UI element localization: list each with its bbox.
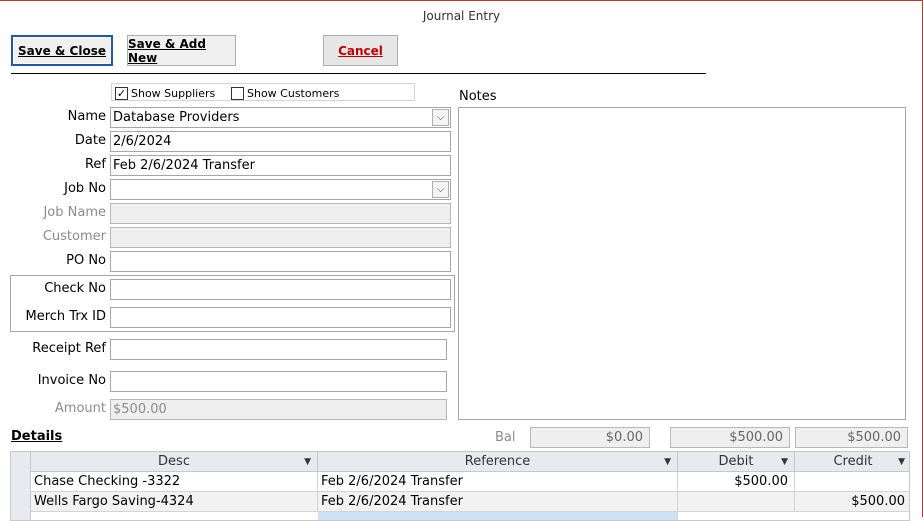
show-suppliers-checkbox[interactable]: ✓: [115, 87, 128, 100]
debit-total-field: $500.00: [670, 427, 790, 448]
show-customers-label: Show Customers: [247, 87, 340, 100]
date-field[interactable]: 2/6/2024: [110, 131, 451, 152]
toolbar-divider: [11, 73, 706, 74]
cell-debit[interactable]: $500.00: [678, 472, 795, 492]
name-label: Name: [67, 109, 106, 124]
cell-debit[interactable]: [678, 492, 795, 512]
check-no-field[interactable]: [110, 279, 451, 300]
job-no-combobox[interactable]: ⌵: [110, 179, 451, 200]
date-label: Date: [74, 133, 106, 148]
row-selector[interactable]: [11, 492, 31, 512]
column-header-desc[interactable]: Desc ▼: [31, 452, 318, 472]
name-combobox[interactable]: Database Providers ⌵: [110, 107, 451, 128]
cell-reference[interactable]: Feb 2/6/2024 Transfer: [318, 492, 678, 512]
row-selector[interactable]: [11, 472, 31, 492]
chevron-down-icon[interactable]: ⌵: [432, 181, 449, 198]
credit-total-field: $500.00: [795, 427, 908, 448]
sort-down-icon[interactable]: ▼: [898, 452, 905, 472]
window-title: Journal Entry: [422, 9, 501, 23]
invoice-no-label: Invoice No: [37, 373, 106, 388]
column-header-reference-label: Reference: [464, 454, 531, 469]
column-header-desc-label: Desc: [158, 454, 190, 469]
chevron-down-icon[interactable]: ⌵: [432, 109, 449, 126]
cell-desc[interactable]: Chase Checking -3322: [31, 472, 318, 492]
cell-credit[interactable]: [795, 472, 909, 492]
name-value: Database Providers: [113, 110, 240, 125]
column-header-debit-label: Debit: [718, 454, 754, 469]
grid-header: Desc ▼ Reference ▼ Debit ▼ Credit ▼: [11, 452, 909, 472]
customer-label: Customer: [42, 229, 106, 244]
table-row[interactable]: Wells Fargo Saving-4324 Feb 2/6/2024 Tra…: [11, 492, 909, 512]
column-header-credit-label: Credit: [833, 454, 873, 469]
save-close-button[interactable]: Save & Close: [11, 35, 113, 66]
cell-desc[interactable]: Wells Fargo Saving-4324: [31, 492, 318, 512]
job-name-label: Job Name: [43, 205, 106, 220]
customer-field: [110, 227, 451, 248]
table-row[interactable]: Chase Checking -3322 Feb 2/6/2024 Transf…: [11, 472, 909, 492]
receipt-ref-field[interactable]: [110, 339, 447, 360]
cell-credit[interactable]: $500.00: [795, 492, 909, 512]
cancel-button[interactable]: Cancel: [323, 35, 398, 66]
ref-label: Ref: [84, 157, 106, 172]
receipt-ref-label: Receipt Ref: [32, 341, 106, 356]
ref-field[interactable]: Feb 2/6/2024 Transfer: [110, 155, 451, 176]
select-all-corner[interactable]: [11, 452, 31, 472]
invoice-no-field[interactable]: [110, 371, 447, 392]
amount-field: $500.00: [110, 399, 447, 420]
amount-label: Amount: [54, 401, 106, 416]
window-top-border: [0, 0, 923, 1]
merch-trx-id-field[interactable]: [110, 307, 451, 328]
sort-down-icon[interactable]: ▼: [781, 452, 788, 472]
notes-textarea[interactable]: [458, 107, 906, 420]
notes-label: Notes: [459, 89, 497, 104]
save-add-new-button[interactable]: Save & Add New: [127, 35, 236, 66]
show-suppliers-label: Show Suppliers: [131, 87, 216, 100]
check-no-label: Check No: [44, 281, 106, 296]
column-header-reference[interactable]: Reference ▼: [318, 452, 678, 472]
job-no-label: Job No: [64, 181, 106, 196]
po-no-field[interactable]: [110, 251, 451, 272]
column-header-credit[interactable]: Credit ▼: [795, 452, 909, 472]
sort-down-icon[interactable]: ▼: [304, 452, 311, 472]
po-no-label: PO No: [66, 253, 106, 268]
job-name-field: [110, 203, 451, 224]
details-heading: Details: [11, 429, 63, 444]
cell-reference[interactable]: Feb 2/6/2024 Transfer: [318, 472, 678, 492]
balance-field: $0.00: [530, 427, 650, 448]
show-customers-checkbox[interactable]: [231, 87, 244, 100]
details-grid: Desc ▼ Reference ▼ Debit ▼ Credit ▼ Chas…: [10, 451, 910, 521]
column-header-debit[interactable]: Debit ▼: [678, 452, 795, 472]
merch-trx-id-label: Merch Trx ID: [25, 309, 107, 324]
bal-label: Bal: [495, 430, 516, 445]
filter-options-box: ✓ Show Suppliers Show Customers: [111, 83, 415, 101]
sort-down-icon[interactable]: ▼: [664, 452, 671, 472]
